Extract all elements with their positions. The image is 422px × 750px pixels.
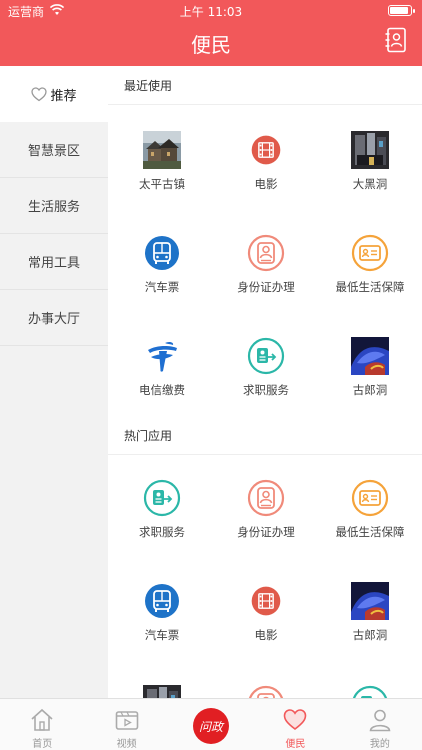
id-card-person-icon: [247, 479, 285, 517]
service-item-label: 求职服务: [139, 525, 185, 539]
service-item[interactable]: [214, 661, 318, 698]
bus-icon: [143, 234, 181, 272]
status-bar: 运营商 上午 11:03: [0, 0, 422, 22]
sidebar-item-scenic[interactable]: 智慧景区: [0, 122, 108, 178]
sidebar-item-label: 办事大厅: [27, 312, 80, 327]
battery-fill: [390, 7, 408, 14]
sidebar-item-life-service[interactable]: 生活服务: [0, 178, 108, 234]
service-item-label: 古郎洞: [352, 628, 388, 642]
job-service-icon: [143, 479, 181, 517]
job-service-icon: [247, 337, 285, 375]
town-photo: [143, 131, 181, 169]
status-time: 上午 11:03: [179, 5, 243, 19]
id-card-icon: [351, 479, 389, 517]
service-item[interactable]: 电影: [214, 558, 318, 661]
service-item[interactable]: 太平古镇: [110, 107, 214, 210]
tab-label: 视频: [116, 739, 137, 750]
service-item-label: 求职服务: [243, 383, 289, 397]
wenzheng-logo-icon: 问政: [193, 708, 230, 744]
tab-mine[interactable]: 我的: [338, 699, 422, 750]
service-item-label: 太平古镇: [139, 177, 185, 191]
sidebar-item-tools[interactable]: 常用工具: [0, 234, 108, 290]
cave-colorful-photo: [351, 582, 389, 620]
page-title: 便民: [191, 33, 231, 57]
job-service-icon: [351, 685, 389, 698]
service-item[interactable]: 汽车票: [110, 210, 214, 313]
service-item-label: 身份证办理: [237, 280, 295, 294]
video-icon: [115, 711, 138, 730]
battery-icon: [388, 5, 415, 16]
section-title-recent: 最近使用: [108, 66, 422, 105]
sidebar-item-recommend[interactable]: 推荐: [0, 66, 108, 122]
film-icon: [247, 582, 285, 620]
sidebar-item-label: 推荐: [50, 88, 77, 104]
section-title-hot: 热门应用: [108, 416, 422, 455]
cave-photo: [143, 685, 181, 698]
film-icon: [247, 131, 285, 169]
service-item[interactable]: 汽车票: [110, 558, 214, 661]
service-item-label: 古郎洞: [352, 383, 388, 397]
service-item-label: 电影: [254, 177, 278, 191]
service-item[interactable]: 古郎洞: [318, 558, 422, 661]
service-item[interactable]: 求职服务: [110, 455, 214, 558]
service-item-label: 汽车票: [144, 280, 180, 294]
sidebar-item-label: 常用工具: [27, 256, 80, 271]
cave-photo: [351, 131, 389, 169]
service-item[interactable]: [110, 661, 214, 698]
service-content: 最近使用 太平古镇 电影 大黑洞 汽车票 身份证办理 最低生活保障 电信缴费 求…: [108, 66, 422, 698]
tab-convenience[interactable]: 便民: [253, 699, 337, 750]
contacts-book-icon[interactable]: [384, 27, 408, 53]
id-card-person-icon: [247, 234, 285, 272]
service-item[interactable]: 最低生活保障: [318, 455, 422, 558]
service-item[interactable]: 大黑洞: [318, 107, 422, 210]
tab-label: 我的: [369, 739, 390, 750]
tab-wenzheng[interactable]: 问政: [169, 699, 253, 750]
tab-bar: 首页 视频 问政 便民 我的: [0, 698, 422, 750]
category-sidebar: 推荐 智慧景区 生活服务 常用工具 办事大厅: [0, 66, 108, 698]
heart-icon: [284, 709, 307, 731]
service-item[interactable]: 电信缴费: [110, 313, 214, 416]
service-item-label: 电影: [254, 628, 278, 642]
service-item[interactable]: 电影: [214, 107, 318, 210]
tab-home[interactable]: 首页: [0, 699, 84, 750]
screen: 运营商 上午 11:03 便民 推荐 智慧景区 生活服务 常用工具 办事大厅 最…: [0, 0, 422, 750]
sidebar-item-service-hall[interactable]: 办事大厅: [0, 290, 108, 346]
recent-grid: 太平古镇 电影 大黑洞 汽车票 身份证办理 最低生活保障 电信缴费 求职服务 古…: [108, 105, 422, 416]
tab-label: 便民: [285, 739, 306, 750]
service-item[interactable]: 身份证办理: [214, 455, 318, 558]
tab-label: 首页: [32, 739, 53, 750]
service-item-label: 最低生活保障: [335, 525, 405, 539]
id-card-icon: [351, 234, 389, 272]
service-item[interactable]: 古郎洞: [318, 313, 422, 416]
hot-grid: 求职服务 身份证办理 最低生活保障 汽车票 电影 古郎洞: [108, 455, 422, 698]
service-item-label: 大黑洞: [352, 177, 388, 191]
service-item[interactable]: [318, 661, 422, 698]
heart-icon: [31, 86, 48, 101]
sidebar-item-label: 智慧景区: [27, 144, 80, 159]
header: 运营商 上午 11:03 便民: [0, 0, 422, 66]
home-icon: [31, 708, 53, 731]
cave-colorful-photo: [351, 337, 389, 375]
service-item[interactable]: 求职服务: [214, 313, 318, 416]
china-telecom-icon: [143, 337, 181, 375]
id-card-person-icon: [247, 685, 285, 698]
service-item[interactable]: 身份证办理: [214, 210, 318, 313]
service-item[interactable]: 最低生活保障: [318, 210, 422, 313]
sidebar-item-label: 生活服务: [27, 200, 80, 215]
service-item-label: 电信缴费: [139, 383, 185, 397]
bus-icon: [143, 582, 181, 620]
service-item-label: 最低生活保障: [335, 280, 405, 294]
user-icon: [369, 709, 391, 732]
tab-video[interactable]: 视频: [84, 699, 168, 750]
service-item-label: 汽车票: [144, 628, 180, 642]
service-item-label: 身份证办理: [237, 525, 295, 539]
